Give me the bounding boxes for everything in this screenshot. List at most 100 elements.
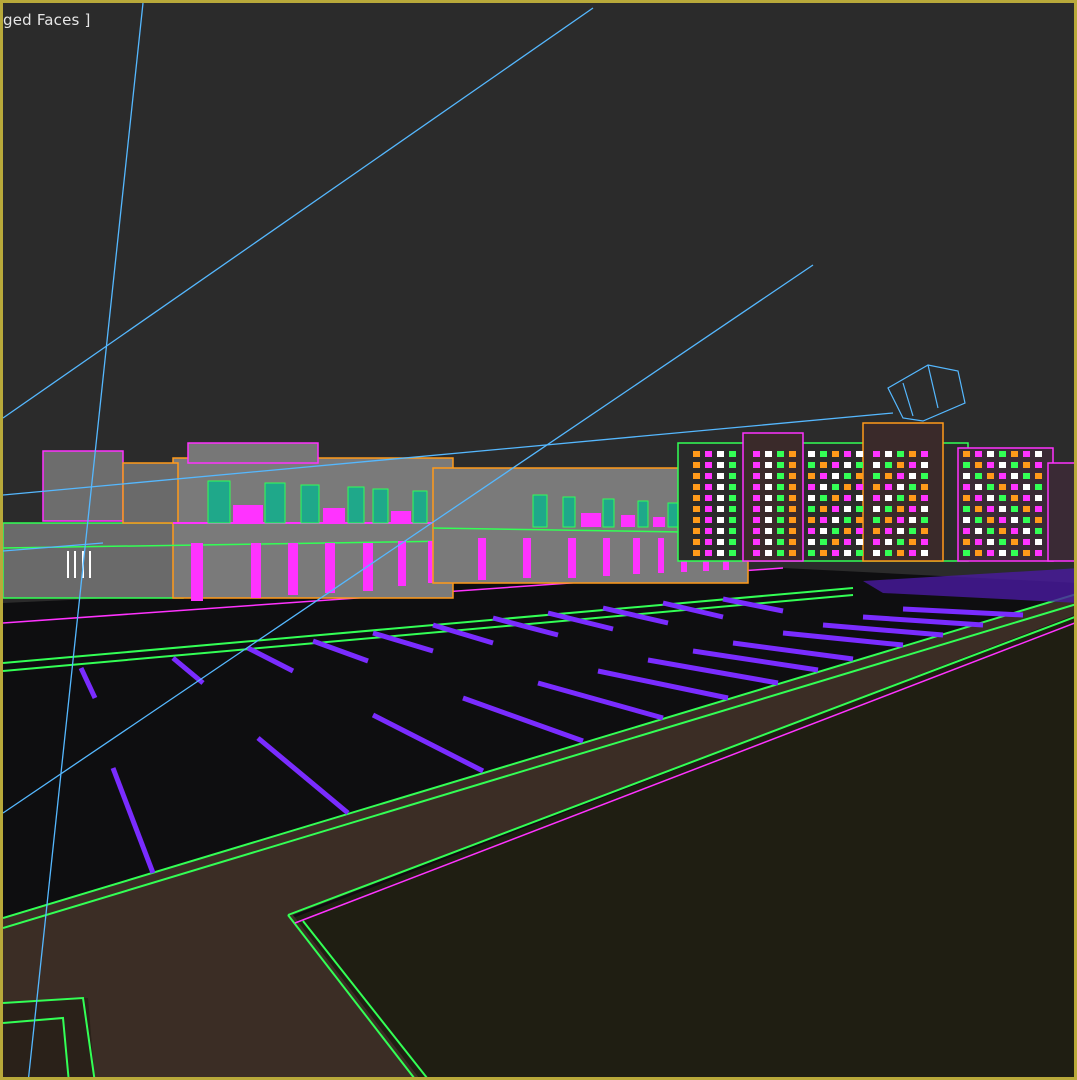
apartment-window	[844, 462, 851, 468]
apartment-window	[885, 528, 892, 534]
apartment-window	[921, 495, 928, 501]
apartment-window	[1035, 528, 1042, 534]
apartment-window	[873, 506, 880, 512]
apartment-window	[963, 506, 970, 512]
apartment-window	[832, 484, 839, 490]
apartment-window	[987, 473, 994, 479]
apartment-window	[885, 462, 892, 468]
apartment-window	[856, 495, 863, 501]
apartment-window	[975, 495, 982, 501]
apartment-window	[873, 484, 880, 490]
apartment-window	[693, 451, 700, 457]
viewport-shading-label[interactable]: ged Faces ]	[3, 11, 91, 29]
apartment-window	[820, 495, 827, 501]
apartment-window	[856, 539, 863, 545]
apartment-window	[705, 528, 712, 534]
apartment-window	[921, 451, 928, 457]
apartment-window	[765, 528, 772, 534]
apartment-window	[729, 473, 736, 479]
apartment-window	[963, 462, 970, 468]
apartment-window	[897, 495, 904, 501]
apartment-window	[777, 550, 784, 556]
apartment-window	[1035, 473, 1042, 479]
apartment-window	[1011, 473, 1018, 479]
apartment-window	[844, 550, 851, 556]
apartment-window	[975, 539, 982, 545]
apartment-window	[844, 506, 851, 512]
apartment-window	[1023, 550, 1030, 556]
apartment-window	[832, 506, 839, 512]
apartment-window	[832, 550, 839, 556]
apartment-window	[963, 495, 970, 501]
apartment-window	[975, 462, 982, 468]
apartment-window	[999, 473, 1006, 479]
apartment-window	[1035, 517, 1042, 523]
apartment-window	[765, 451, 772, 457]
apartment-window	[897, 484, 904, 490]
apartment-window	[808, 550, 815, 556]
apartment-window	[808, 539, 815, 545]
apartment-window	[832, 495, 839, 501]
apartment-window	[975, 484, 982, 490]
apartment-window	[885, 473, 892, 479]
apartment-window	[729, 484, 736, 490]
apartment-window	[717, 451, 724, 457]
apartment-window	[897, 528, 904, 534]
apartment-window	[820, 473, 827, 479]
apartment-window	[873, 451, 880, 457]
3d-viewport[interactable]: ged Faces ]	[0, 0, 1077, 1080]
apartment-window	[789, 451, 796, 457]
apartment-window	[1023, 473, 1030, 479]
apartment-window	[975, 528, 982, 534]
apartment-window	[987, 451, 994, 457]
apartment-window	[1023, 517, 1030, 523]
apartment-window	[897, 539, 904, 545]
apartment-window	[963, 550, 970, 556]
apartment-window	[897, 550, 904, 556]
apartment-window	[897, 462, 904, 468]
apartment-window	[885, 550, 892, 556]
apartment-window	[856, 517, 863, 523]
apartment-window	[999, 506, 1006, 512]
apartment-window	[885, 451, 892, 457]
apartment-window	[693, 506, 700, 512]
apartment-window	[777, 484, 784, 490]
apartment-window	[753, 550, 760, 556]
apartment-window	[1023, 484, 1030, 490]
apartment-window	[808, 528, 815, 534]
apartment-window	[987, 506, 994, 512]
apartment-window	[963, 517, 970, 523]
apartment-window	[789, 539, 796, 545]
apartment-window	[909, 473, 916, 479]
apartment-window	[909, 539, 916, 545]
sidewalk-corner	[3, 998, 95, 1077]
apartment-window	[717, 506, 724, 512]
apartment-window	[777, 539, 784, 545]
apartment-window	[832, 451, 839, 457]
apartment-window	[885, 517, 892, 523]
apartment-window	[705, 517, 712, 523]
apartment-window	[705, 539, 712, 545]
apartment-window	[1035, 451, 1042, 457]
apartment-window	[873, 473, 880, 479]
apartment-window	[1023, 462, 1030, 468]
viewport-scene	[3, 3, 1074, 1077]
apartment-window	[921, 517, 928, 523]
apartment-window	[921, 473, 928, 479]
apartment-window	[820, 517, 827, 523]
apartment-window	[820, 539, 827, 545]
apartment-window	[844, 484, 851, 490]
apartment-window	[820, 506, 827, 512]
apartment-window	[729, 462, 736, 468]
apartment-window	[873, 462, 880, 468]
apartment-window	[729, 495, 736, 501]
apartment-window	[693, 473, 700, 479]
apartment-window	[999, 528, 1006, 534]
apartment-window	[844, 451, 851, 457]
apartment-window	[1035, 539, 1042, 545]
apartment-window	[987, 462, 994, 468]
apartment-window	[963, 473, 970, 479]
apartment-window	[909, 484, 916, 490]
apartment-window	[705, 451, 712, 457]
apartment-window	[832, 462, 839, 468]
